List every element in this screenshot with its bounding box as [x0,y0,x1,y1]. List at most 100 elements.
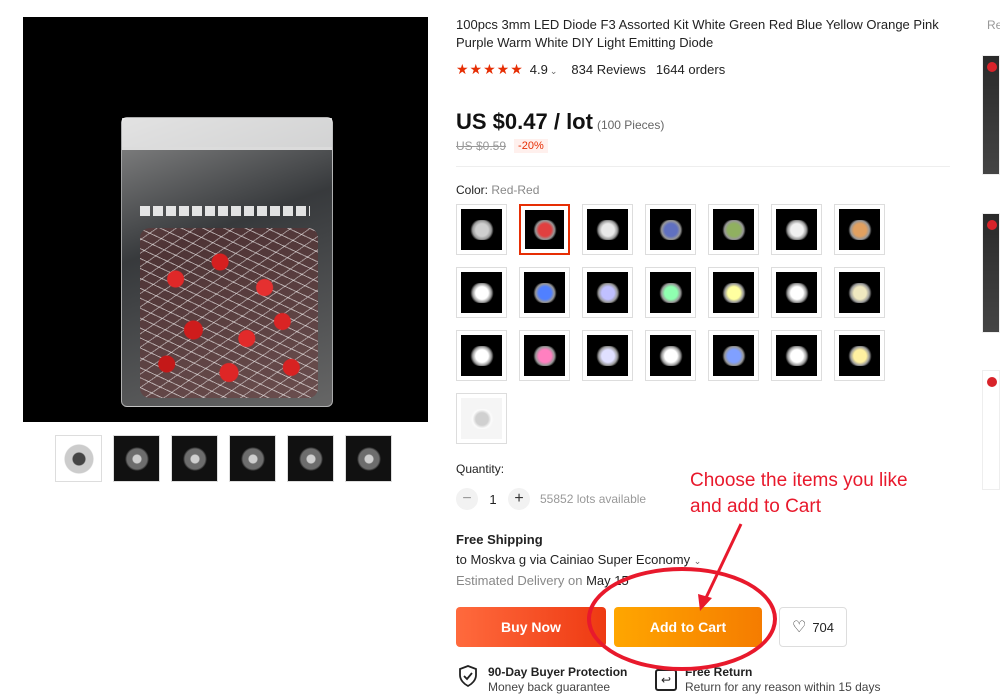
color-swatch[interactable] [834,204,885,255]
estimated-delivery: Estimated Delivery on May 15 [456,573,629,588]
color-swatch[interactable] [456,267,507,318]
color-swatch[interactable] [771,204,822,255]
product-main-image[interactable] [23,17,428,422]
swatch-preview [784,345,809,366]
color-swatch[interactable] [834,267,885,318]
wishlist-button[interactable]: ♡ 704 [779,607,847,647]
recommended-item-1[interactable] [982,55,1000,175]
color-label-text: Color: [456,183,489,197]
rating-value[interactable]: 4.9 ⌄ [530,62,558,77]
swatch-preview [469,408,494,429]
protection-title: 90-Day Buyer Protection [488,665,628,679]
swatch-preview [532,219,557,240]
thumbnail-5[interactable] [287,435,334,482]
recommended-image [983,56,999,174]
price-value: US $0.47 / lot [456,109,593,134]
color-swatch[interactable] [582,204,633,255]
color-swatch[interactable] [708,330,759,381]
discount-badge: -20% [514,139,548,153]
price-note: (100 Pieces) [596,118,665,132]
swatch-preview [532,345,557,366]
color-swatch[interactable] [708,204,759,255]
thumbnail-2[interactable] [113,435,160,482]
brand-logo-icon [987,377,997,387]
recommended-image [983,214,999,332]
color-swatch[interactable] [771,267,822,318]
lots-available: 55852 lots available [540,492,647,506]
swatch-preview [658,345,683,366]
original-price-row: US $0.59 -20% [456,139,548,153]
price: US $0.47 / lot (100 Pieces) [456,109,664,135]
swatch-preview [595,219,620,240]
thumbnail-1[interactable] [55,435,102,482]
color-swatch[interactable] [456,204,507,255]
heart-icon: ♡ [791,619,807,636]
color-swatch[interactable] [708,267,759,318]
quantity-value[interactable]: 1 [478,492,508,507]
quantity-stepper: − 1 + 55852 lots available [456,488,646,510]
thumbnail-3[interactable] [171,435,218,482]
chevron-down-icon: ⌄ [693,556,702,566]
color-swatch[interactable] [456,330,507,381]
thumbnail-6[interactable] [345,435,392,482]
annotation-line-2: and add to Cart [690,496,821,517]
swatch-preview [658,282,683,303]
color-swatch-grid [456,204,896,444]
estimated-delivery-date: May 15 [586,573,629,588]
color-swatch[interactable] [456,393,507,444]
recommended-item-3[interactable] [982,370,1000,490]
rating-stars-icon: ★★★★★ [456,61,524,77]
quantity-plus-button[interactable]: + [508,488,530,510]
product-title: 100pcs 3mm LED Diode F3 Assorted Kit Whi… [456,17,939,50]
swatch-preview [721,219,746,240]
recommended-image [983,371,999,489]
color-selected-value: Red-Red [491,183,540,197]
return-subtitle: Return for any reason within 15 days [685,680,881,694]
color-label: Color: Red-Red [456,183,539,197]
led-bag-photo [121,117,333,407]
rating-number: 4.9 [529,62,548,77]
reviews-link[interactable]: 834 Reviews [571,62,645,77]
protection-subtitle: Money back guarantee [488,680,611,694]
swatch-preview [847,345,872,366]
add-to-cart-button[interactable]: Add to Cart [614,607,762,647]
color-swatch[interactable] [771,330,822,381]
orders-count: 1644 orders [655,62,726,77]
color-swatch[interactable] [582,330,633,381]
annotation-text: Choose the items you like and add to Car… [690,468,908,520]
shipping-destination-text: to Moskva g via Cainiao Super Economy [456,552,691,567]
brand-logo-icon [987,62,997,72]
divider [456,166,950,167]
annotation-line-1: Choose the items you like [690,470,908,491]
color-swatch[interactable] [519,204,570,255]
brand-logo-icon [987,220,997,230]
color-swatch[interactable] [645,330,696,381]
chevron-down-icon: ⌄ [549,66,558,76]
sidebar-label: Re [987,18,1000,32]
red-led-pile [140,228,318,398]
shield-check-icon [458,665,478,688]
swatch-preview [784,219,809,240]
buyer-protection: 90-Day Buyer Protection Money back guara… [458,665,627,695]
color-swatch[interactable] [645,204,696,255]
buy-now-button[interactable]: Buy Now [456,607,606,647]
quantity-minus-button[interactable]: − [456,488,478,510]
swatch-preview [469,282,494,303]
swatch-preview [721,345,746,366]
shipping-destination[interactable]: to Moskva g via Cainiao Super Economy ⌄ [456,552,701,567]
swatch-preview [847,282,872,303]
swatch-preview [595,282,620,303]
swatch-preview [721,282,746,303]
color-swatch[interactable] [834,330,885,381]
recommended-item-2[interactable] [982,213,1000,333]
color-swatch[interactable] [519,330,570,381]
swatch-preview [595,345,620,366]
color-swatch[interactable] [582,267,633,318]
color-swatch[interactable] [645,267,696,318]
thumbnail-strip [55,435,392,482]
thumbnail-4[interactable] [229,435,276,482]
bag-print-text [140,206,310,216]
swatch-preview [469,219,494,240]
wishlist-count: 704 [812,619,835,635]
color-swatch[interactable] [519,267,570,318]
